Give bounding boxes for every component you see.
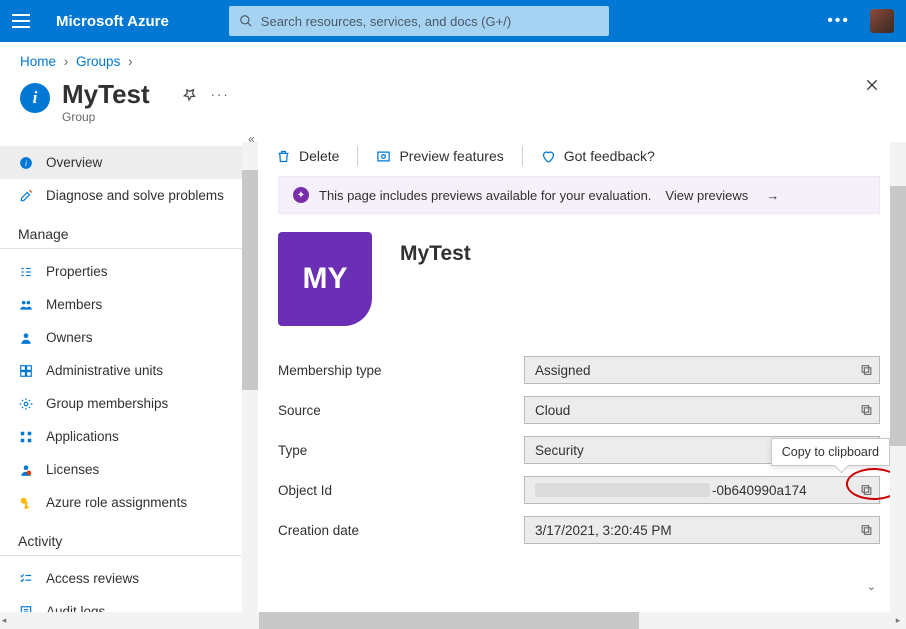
command-label: Preview features xyxy=(399,148,503,164)
info-icon: i xyxy=(20,83,50,113)
main-pane: Delete Preview features Got feedback? ✦ … xyxy=(258,142,906,615)
checklist-icon xyxy=(18,571,34,587)
arrow-right-icon: → xyxy=(766,188,779,203)
copy-icon[interactable] xyxy=(860,404,873,417)
title-bar: i MyTest Group ··· xyxy=(0,75,906,138)
sidebar-item-properties[interactable]: Properties xyxy=(0,255,258,288)
sidebar-item-diagnose[interactable]: Diagnose and solve problems xyxy=(0,179,258,212)
sidebar-item-label: Azure role assignments xyxy=(46,495,187,510)
search-box[interactable] xyxy=(229,6,609,36)
breadcrumb-groups[interactable]: Groups xyxy=(76,54,120,69)
field-label: Type xyxy=(278,443,508,458)
field-object-id: Object Id -0b640990a174 xyxy=(258,470,906,510)
license-icon xyxy=(18,462,34,478)
more-icon[interactable]: ··· xyxy=(211,87,230,102)
field-membership-type: Membership type Assigned xyxy=(258,350,906,390)
group-name: MyTest xyxy=(400,242,471,266)
wrench-icon xyxy=(18,188,34,204)
sidebar-item-label: Owners xyxy=(46,330,93,345)
search-input[interactable] xyxy=(261,14,599,29)
trash-icon xyxy=(276,149,291,164)
horizontal-scrollbar[interactable]: ◂ ▸ xyxy=(0,612,906,629)
command-bar: Delete Preview features Got feedback? xyxy=(258,142,906,176)
field-value: Cloud xyxy=(524,396,880,424)
sidebar-item-label: Administrative units xyxy=(46,363,163,378)
heart-icon xyxy=(541,149,556,164)
field-value: 3/17/2021, 3:20:45 PM xyxy=(524,516,880,544)
chevron-right-icon: › xyxy=(64,54,69,69)
sidebar-item-overview[interactable]: i Overview xyxy=(0,146,258,179)
preview-icon xyxy=(376,149,391,164)
sidebar-item-access-reviews[interactable]: Access reviews xyxy=(0,562,258,595)
field-label: Object Id xyxy=(278,483,508,498)
view-previews-link[interactable]: View previews xyxy=(665,188,748,203)
delete-button[interactable]: Delete xyxy=(276,148,339,164)
copy-icon[interactable] xyxy=(860,524,873,537)
sidebar-section-manage: Manage xyxy=(0,212,258,249)
sidebar-item-label: Diagnose and solve problems xyxy=(46,188,224,203)
field-value: -0b640990a174 xyxy=(524,476,880,504)
menu-icon[interactable] xyxy=(12,9,36,33)
sidebar: i Overview Diagnose and solve problems M… xyxy=(0,142,258,615)
pin-icon[interactable] xyxy=(182,87,197,102)
sidebar-item-label: Group memberships xyxy=(46,396,168,411)
sidebar-item-applications[interactable]: Applications xyxy=(0,420,258,453)
avatar[interactable] xyxy=(870,9,894,33)
key-icon xyxy=(18,495,34,511)
sidebar-item-admin-units[interactable]: Administrative units xyxy=(0,354,258,387)
sidebar-section-activity: Activity xyxy=(0,519,258,556)
brand: Microsoft Azure xyxy=(56,13,169,30)
chevron-down-icon[interactable]: ⌄ xyxy=(867,580,876,593)
field-label: Source xyxy=(278,403,508,418)
sidebar-item-licenses[interactable]: Licenses xyxy=(0,453,258,486)
sidebar-item-label: Members xyxy=(46,297,102,312)
info-icon: i xyxy=(18,155,34,171)
field-creation-date: Creation date 3/17/2021, 3:20:45 PM xyxy=(258,510,906,550)
close-icon[interactable] xyxy=(864,77,880,93)
apps-icon xyxy=(18,429,34,445)
sidebar-item-members[interactable]: Members xyxy=(0,288,258,321)
owners-icon xyxy=(18,330,34,346)
sidebar-item-role-assignments[interactable]: Azure role assignments xyxy=(0,486,258,519)
sidebar-item-label: Properties xyxy=(46,264,108,279)
field-label: Membership type xyxy=(278,363,508,378)
field-label: Creation date xyxy=(278,523,508,538)
field-source: Source Cloud xyxy=(258,390,906,430)
members-icon xyxy=(18,297,34,313)
gear-icon xyxy=(18,396,34,412)
copy-icon[interactable] xyxy=(860,364,873,377)
preview-banner: ✦ This page includes previews available … xyxy=(278,176,880,214)
more-icon[interactable]: ••• xyxy=(827,12,850,30)
sidebar-item-group-memberships[interactable]: Group memberships xyxy=(0,387,258,420)
properties-icon xyxy=(18,264,34,280)
admin-units-icon xyxy=(18,363,34,379)
sidebar-item-label: Licenses xyxy=(46,462,99,477)
sidebar-item-label: Applications xyxy=(46,429,119,444)
breadcrumb-home[interactable]: Home xyxy=(20,54,56,69)
feedback-button[interactable]: Got feedback? xyxy=(541,148,655,164)
sidebar-scrollbar[interactable] xyxy=(242,142,258,615)
search-icon xyxy=(239,14,253,28)
chevron-right-icon: › xyxy=(128,54,133,69)
redacted-value xyxy=(535,483,710,497)
main-scrollbar[interactable] xyxy=(890,142,906,615)
copy-tooltip: Copy to clipboard xyxy=(771,438,890,466)
group-hero: MY MyTest xyxy=(258,232,906,350)
command-label: Got feedback? xyxy=(564,148,655,164)
copy-icon[interactable] xyxy=(860,484,873,497)
preview-badge-icon: ✦ xyxy=(293,187,309,203)
page-title: MyTest xyxy=(62,79,150,110)
sidebar-item-label: Overview xyxy=(46,155,102,170)
banner-text: This page includes previews available fo… xyxy=(319,188,651,203)
sidebar-item-label: Access reviews xyxy=(46,571,139,586)
preview-features-button[interactable]: Preview features xyxy=(376,148,503,164)
breadcrumb: Home › Groups › xyxy=(0,42,906,75)
field-value: Assigned xyxy=(524,356,880,384)
group-avatar: MY xyxy=(278,232,372,326)
top-bar: Microsoft Azure ••• xyxy=(0,0,906,42)
command-label: Delete xyxy=(299,148,339,164)
sidebar-item-owners[interactable]: Owners xyxy=(0,321,258,354)
page-subtitle: Group xyxy=(62,110,166,124)
